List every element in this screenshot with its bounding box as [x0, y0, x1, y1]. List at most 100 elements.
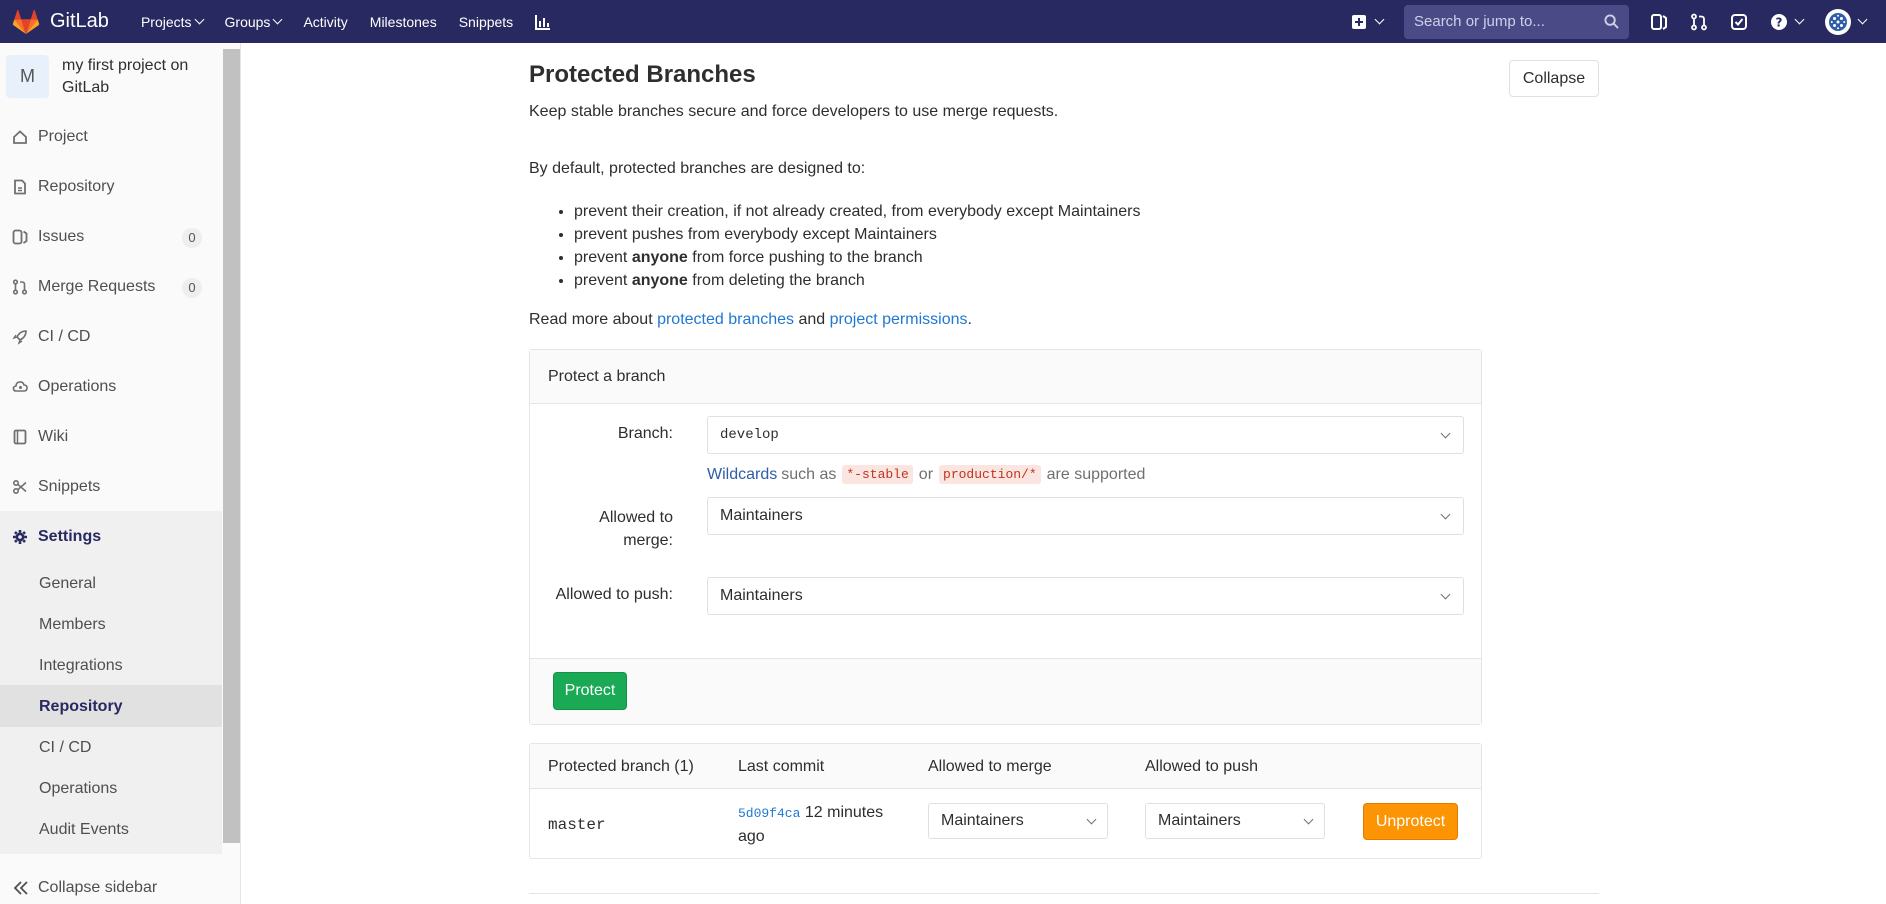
top-navbar: GitLab Projects Groups Activity Mileston…: [0, 0, 1886, 43]
protect-button[interactable]: Protect: [553, 672, 627, 710]
double-chevron-left-icon: [13, 881, 28, 895]
branch-select[interactable]: develop: [707, 416, 1464, 454]
row-push-select[interactable]: Maintainers: [1145, 803, 1325, 839]
sidebar-item-wiki[interactable]: Wiki: [0, 412, 222, 462]
sidebar-item-project[interactable]: Project: [0, 112, 222, 162]
rule-emphasis: anyone: [631, 249, 688, 266]
sidebar-sub-repository[interactable]: Repository: [39, 698, 123, 716]
allowed-to-push-label: Allowed to push:: [555, 586, 673, 603]
sidebar-sub-general[interactable]: General: [39, 575, 96, 593]
sidebar-item-settings[interactable]: Settings: [0, 512, 222, 562]
rule-item: prevent their creation, if not already c…: [574, 200, 1141, 223]
merge-requests-nav-button[interactable]: [1690, 13, 1708, 31]
nav-snippets[interactable]: Snippets: [459, 14, 513, 30]
todos-nav-button[interactable]: [1730, 13, 1748, 31]
sidebar-item-issues[interactable]: Issues 0: [0, 212, 222, 262]
plus-square-icon: [1352, 14, 1366, 29]
sidebar-sub-integrations[interactable]: Integrations: [39, 657, 123, 675]
merge-request-icon: [1691, 13, 1707, 30]
table-header: Protected branch (1) Last commit Allowed…: [530, 744, 1481, 789]
nav-projects[interactable]: Projects: [141, 14, 204, 30]
sidebar-item-label: CI / CD: [38, 328, 91, 345]
commit-time: ago: [738, 828, 765, 845]
chevron-down-icon: [1086, 814, 1097, 825]
search-icon: [1604, 14, 1619, 29]
merge-request-icon: [12, 279, 28, 295]
section-description: Keep stable branches secure and force de…: [529, 103, 1059, 120]
collapse-sidebar-label: Collapse sidebar: [38, 879, 158, 896]
nav-analytics[interactable]: [535, 14, 551, 30]
sidebar-item-repository[interactable]: Repository: [0, 162, 222, 212]
chevron-down-icon: [1374, 14, 1385, 25]
hint-code-stable: *-stable: [842, 465, 913, 484]
gitlab-logo-link[interactable]: GitLab: [12, 9, 109, 35]
sidebar-item-ci-cd[interactable]: CI / CD: [0, 312, 222, 362]
question-icon: ?: [1771, 13, 1787, 30]
sidebar-item-operations[interactable]: Operations: [0, 362, 222, 412]
col-allowed-to-push: Allowed to push: [1145, 758, 1258, 775]
read-more-text: Read more about: [529, 311, 658, 328]
push-select-value: Maintainers: [720, 587, 803, 604]
allowed-to-merge-label: Allowed to merge:: [530, 506, 673, 552]
chevron-down-icon: [194, 14, 204, 25]
home-icon: [13, 130, 27, 144]
sidebar-sub-ci-cd[interactable]: CI / CD: [39, 739, 91, 757]
rule-text: from force pushing to the branch: [687, 249, 923, 266]
sidebar-item-label: Settings: [38, 528, 102, 545]
sidebar-item-snippets[interactable]: Snippets: [0, 462, 222, 512]
allowed-to-merge-select[interactable]: Maintainers: [707, 497, 1464, 535]
section-divider: [529, 893, 1599, 894]
hint-text: such as: [781, 465, 837, 483]
panel-header: Protect a branch: [530, 350, 1481, 404]
protected-branches-link[interactable]: protected branches: [657, 311, 794, 328]
branch-select-value: develop: [720, 427, 779, 443]
col-last-commit: Last commit: [738, 758, 825, 775]
read-more-text: .: [967, 311, 972, 328]
collapse-button[interactable]: Collapse: [1509, 60, 1599, 97]
cloud-gear-icon: [12, 381, 28, 392]
sidebar-item-merge-requests[interactable]: Merge Requests 0: [0, 262, 222, 312]
scissors-icon: [12, 479, 27, 495]
unprotect-button[interactable]: Unprotect: [1363, 803, 1458, 840]
sidebar-project-header[interactable]: M my first project on GitLab: [0, 43, 240, 105]
issues-nav-button[interactable]: [1650, 13, 1668, 31]
issues-icon: [1651, 13, 1667, 30]
chevron-down-icon: [1794, 14, 1805, 25]
collapse-sidebar-button[interactable]: Collapse sidebar: [12, 879, 157, 897]
help-dropdown-button[interactable]: ?: [1770, 13, 1805, 31]
protected-branches-table: Protected branch (1) Last commit Allowed…: [529, 743, 1482, 859]
svg-text:?: ?: [1776, 15, 1783, 29]
nav-milestones[interactable]: Milestones: [370, 14, 437, 30]
sidebar-item-label: Operations: [38, 378, 117, 395]
search-input[interactable]: Search or jump to...: [1404, 4, 1629, 39]
todo-check-icon: [1731, 13, 1747, 30]
sidebar-item-label: Project: [38, 128, 88, 145]
nav-groups[interactable]: Groups: [224, 13, 283, 30]
chevron-down-icon: [1857, 14, 1868, 25]
row-merge-select[interactable]: Maintainers: [928, 803, 1108, 839]
wildcards-link[interactable]: Wildcards: [707, 466, 777, 484]
hint-text: or: [918, 465, 934, 483]
commit-sha-link[interactable]: 5d09f4ca: [738, 806, 800, 821]
project-permissions-link[interactable]: project permissions: [830, 311, 968, 328]
user-menu-button[interactable]: [1825, 8, 1868, 35]
nav-groups-label: Groups: [224, 13, 271, 30]
brand-name: GitLab: [50, 10, 109, 32]
merge-label-line: Allowed to: [599, 509, 673, 526]
new-dropdown-button[interactable]: [1350, 13, 1385, 31]
sidebar-sub-members[interactable]: Members: [39, 616, 106, 634]
rule-text: prevent their creation, if not already c…: [574, 203, 1141, 220]
nav-activity[interactable]: Activity: [303, 14, 347, 30]
rocket-icon: [12, 330, 27, 345]
chevron-down-icon: [1440, 589, 1451, 600]
hint-code-production: production/*: [939, 465, 1041, 484]
avatar-pattern-icon: [1829, 12, 1847, 31]
sidebar-scrollbar[interactable]: [223, 49, 240, 843]
doc-icon: [14, 179, 26, 195]
col-protected-branch: Protected branch (1): [548, 758, 694, 775]
sidebar-sub-operations[interactable]: Operations: [39, 780, 117, 798]
allowed-to-push-select[interactable]: Maintainers: [707, 577, 1464, 615]
sidebar-sub-audit-events[interactable]: Audit Events: [39, 821, 129, 839]
rule-text: prevent: [574, 249, 632, 266]
branch-name: master: [548, 816, 606, 834]
